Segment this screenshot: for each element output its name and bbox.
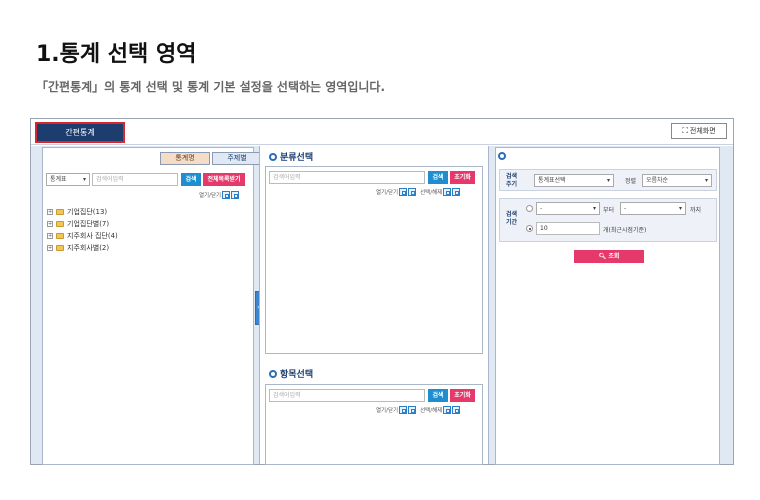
item-search-row: 검색어입력 검색 초기화 (269, 388, 475, 402)
category-search-button[interactable]: 검색 (428, 170, 448, 184)
item-reset-button[interactable]: 초기화 (450, 388, 475, 402)
count-input[interactable]: 10 (536, 222, 600, 235)
item-toggle: 열기/닫기 선택/해제 (376, 406, 461, 414)
fullscreen-label: 전체화면 (689, 127, 716, 135)
plus-icon[interactable]: + (47, 209, 53, 215)
search-icon: 🔍︎ (598, 253, 607, 260)
category-search-row: 검색어입력 검색 초기화 (269, 170, 475, 184)
expand-all-icon[interactable] (399, 188, 408, 196)
subtab-by-topic[interactable]: 주제별 (212, 152, 262, 165)
category-search-input[interactable]: 검색어입력 (269, 170, 425, 184)
category-section-title: 분류선택 (269, 150, 313, 163)
left-search-input[interactable]: 검색어입력 (92, 172, 178, 186)
sort-select[interactable]: 오름차순 ▾ (642, 174, 712, 187)
cycle-select[interactable]: 통계표선택 ▾ (534, 174, 614, 187)
left-toggle: 열기/닫기 (199, 191, 240, 199)
expand-icon: ⛶ (682, 126, 688, 135)
stats-list-panel: 통계명 주제별 통계표 ▾ 검색어입력 검색 전체목록받기 열기/닫기 + 기업집단… (42, 147, 262, 465)
toggle-label: 열기/닫기 (199, 193, 222, 199)
query-button[interactable]: 🔍︎ 조회 (574, 250, 644, 263)
chevron-down-icon: ▾ (82, 175, 86, 183)
left-search-row: 통계표 ▾ 검색어입력 검색 전체목록받기 (46, 172, 245, 186)
tree-item[interactable]: + 기업집단(13) (47, 206, 118, 218)
folder-icon (56, 245, 64, 251)
search-type-select[interactable]: 통계표 ▾ (46, 172, 90, 186)
collapse-all-icon[interactable] (408, 406, 417, 414)
item-panel: 검색어입력 검색 초기화 열기/닫기 선택/해제 (265, 384, 483, 465)
fullscreen-button[interactable]: ⛶ 전체화면 (671, 123, 727, 139)
plus-icon[interactable]: + (47, 221, 53, 227)
cycle-box: 검색 주기 통계표선택 ▾ 정렬 오름차순 ▾ (499, 169, 717, 191)
select-all-icon[interactable] (443, 188, 452, 196)
deselect-all-icon[interactable] (452, 188, 461, 196)
folder-icon (56, 209, 64, 215)
collapse-all-icon[interactable] (231, 191, 240, 199)
to-select[interactable]: - ▾ (620, 202, 686, 215)
content-area: 통계명 주제별 통계표 ▾ 검색어입력 검색 전체목록받기 열기/닫기 + 기업집단… (31, 146, 733, 465)
tree-item[interactable]: + 지주회사 집단(4) (47, 230, 118, 242)
settings-panel: 검색 주기 통계표선택 ▾ 정렬 오름차순 ▾ 검색 기간 - ▾ 부터 - ▾ 까지 10… (495, 147, 720, 465)
item-search-input[interactable]: 검색어입력 (269, 388, 425, 402)
deselect-all-icon[interactable] (452, 406, 461, 414)
tree-item[interactable]: + 기업집단별(7) (47, 218, 118, 230)
cycle-label: 검색 주기 (506, 173, 518, 188)
item-search-button[interactable]: 검색 (428, 388, 448, 402)
left-search-button[interactable]: 검색 (181, 172, 201, 186)
expand-all-icon[interactable] (399, 406, 408, 414)
app-frame: 간편통계 ⛶ 전체화면 통계명 주제별 통계표 ▾ 검색어입력 검색 전체목록받기 … (30, 118, 734, 465)
collapse-all-icon[interactable] (408, 188, 417, 196)
select-all-icon[interactable] (443, 406, 452, 414)
chevron-down-icon: ▾ (606, 177, 610, 184)
period-count-radio[interactable] (526, 225, 533, 232)
chevron-down-icon: ▾ (704, 177, 708, 184)
circle-icon (498, 152, 506, 160)
tree-item[interactable]: + 지주회사별(2) (47, 242, 118, 254)
circle-icon (269, 153, 277, 161)
category-toggle: 열기/닫기 선택/해제 (376, 188, 461, 196)
all-list-button[interactable]: 전체목록받기 (203, 172, 245, 186)
category-reset-button[interactable]: 초기화 (450, 170, 475, 184)
to-suffix: 까지 (690, 207, 702, 214)
item-section-title: 항목선택 (269, 367, 313, 380)
subtab-group: 통계명 주제별 (160, 152, 262, 165)
page-title: 1.통계 선택 영역 (36, 42, 197, 67)
circle-icon (269, 370, 277, 378)
settings-section-title (498, 152, 509, 162)
sort-label: 정렬 (625, 178, 637, 185)
stats-tree: + 기업집단(13) + 기업집단별(7) + 지주회사 집단(4) + 지주회사별(2… (47, 206, 118, 254)
tab-easy-stats[interactable]: 간편통계 (35, 122, 125, 143)
subtab-stat-name[interactable]: 통계명 (160, 152, 210, 165)
folder-icon (56, 221, 64, 227)
period-range-radio[interactable] (526, 205, 533, 212)
expand-all-icon[interactable] (222, 191, 231, 199)
period-label: 검색 기간 (506, 211, 518, 226)
folder-icon (56, 233, 64, 239)
page-description: 「간편통계」의 통계 선택 및 통계 기본 설정을 선택하는 영역입니다. (36, 80, 386, 94)
plus-icon[interactable]: + (47, 245, 53, 251)
chevron-down-icon: ▾ (678, 205, 682, 212)
period-box: 검색 기간 - ▾ 부터 - ▾ 까지 10 개(최근시점기준) (499, 198, 717, 242)
chevron-down-icon: ▾ (592, 205, 596, 212)
from-select[interactable]: - ▾ (536, 202, 600, 215)
from-suffix: 부터 (603, 207, 615, 214)
category-panel: 검색어입력 검색 초기화 열기/닫기 선택/해제 (265, 166, 483, 354)
plus-icon[interactable]: + (47, 233, 53, 239)
top-bar: 간편통계 ⛶ 전체화면 (31, 119, 733, 145)
count-suffix: 개(최근시점기준) (603, 227, 647, 234)
